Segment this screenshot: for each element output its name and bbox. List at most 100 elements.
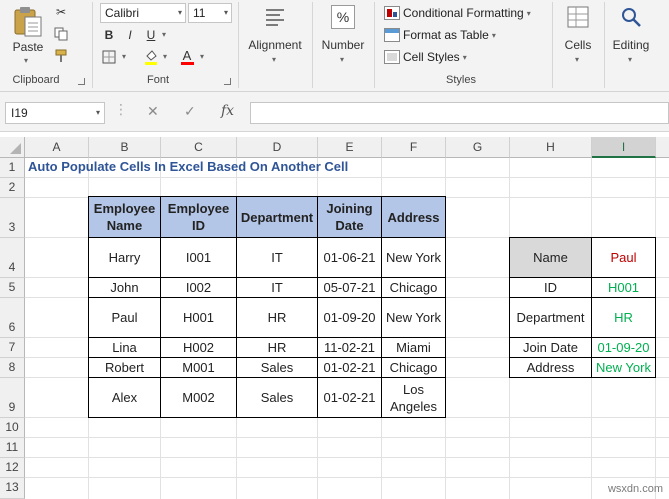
table-cell[interactable]: Sales (236, 377, 318, 418)
chevron-down-icon[interactable]: ▾ (163, 52, 167, 61)
table-cell[interactable]: John (88, 277, 161, 298)
insert-function-button[interactable]: fx (221, 103, 234, 119)
name-box[interactable]: I19 ▾ (5, 102, 105, 124)
paste-button[interactable]: Paste ▾ (8, 4, 48, 65)
column-header-d[interactable]: D (237, 137, 318, 158)
table-cell[interactable]: 05-07-21 (317, 277, 382, 298)
table-cell[interactable]: Chicago (381, 357, 446, 378)
table-cell[interactable]: 11-02-21 (317, 337, 382, 358)
cancel-icon[interactable]: ✕ (147, 103, 159, 120)
column-header-a[interactable]: A (25, 137, 89, 158)
table-cell[interactable]: I001 (160, 237, 237, 278)
font-size-select[interactable]: 11 ▾ (188, 3, 232, 23)
lookup-label-id[interactable]: ID (509, 277, 592, 298)
row-header-6[interactable]: 6 (0, 298, 25, 338)
enter-icon[interactable]: ✓ (184, 103, 196, 120)
row-header-9[interactable]: 9 (0, 378, 25, 418)
table-cell[interactable]: Chicago (381, 277, 446, 298)
table-header-joining-date[interactable]: Joining Date (317, 196, 382, 238)
chevron-down-icon[interactable]: ▾ (162, 30, 166, 39)
row-header-3[interactable]: 3 (0, 198, 25, 238)
table-header-address[interactable]: Address (381, 196, 446, 238)
table-cell[interactable]: New York (381, 297, 446, 338)
row-header-13[interactable]: 13 (0, 478, 25, 499)
column-header-b[interactable]: B (89, 137, 161, 158)
cell-styles-button[interactable]: Cell Styles ▾ (384, 48, 467, 66)
lookup-input-name[interactable]: Paul (591, 237, 656, 278)
lookup-label-department[interactable]: Department (509, 297, 592, 338)
table-header-department[interactable]: Department (236, 196, 318, 238)
table-cell[interactable]: HR (236, 337, 318, 358)
column-header-g[interactable]: G (446, 137, 510, 158)
more-options-icon[interactable]: ⋮ (114, 101, 128, 118)
table-cell[interactable]: I002 (160, 277, 237, 298)
table-cell[interactable]: IT (236, 277, 318, 298)
select-all-corner[interactable] (0, 137, 25, 158)
font-name-select[interactable]: Calibri ▾ (100, 3, 186, 23)
row-header-12[interactable]: 12 (0, 458, 25, 478)
row-header-10[interactable]: 10 (0, 418, 25, 438)
row-header-7[interactable]: 7 (0, 338, 25, 358)
fill-color-button[interactable] (142, 48, 160, 66)
spreadsheet-grid[interactable]: A B C D E F G H I 1 2 3 4 5 6 7 8 9 10 1… (0, 132, 669, 499)
borders-button[interactable] (100, 48, 118, 66)
italic-button[interactable]: I (121, 26, 139, 44)
lookup-label-join-date[interactable]: Join Date (509, 337, 592, 358)
font-color-button[interactable]: A (178, 48, 196, 66)
lookup-result-address[interactable]: New York (591, 357, 656, 378)
table-cell[interactable]: 01-02-21 (317, 357, 382, 378)
row-header-11[interactable]: 11 (0, 438, 25, 458)
column-header-e[interactable]: E (318, 137, 382, 158)
clipboard-dialog-launcher-icon[interactable] (78, 78, 85, 85)
row-header-2[interactable]: 2 (0, 178, 25, 198)
copy-button[interactable] (52, 25, 70, 43)
column-header-f[interactable]: F (382, 137, 446, 158)
lookup-result-join-date[interactable]: 01-09-20 (591, 337, 656, 358)
table-cell[interactable]: H002 (160, 337, 237, 358)
table-cell[interactable]: 01-09-20 (317, 297, 382, 338)
table-cell[interactable]: H001 (160, 297, 237, 338)
table-cell[interactable]: Robert (88, 357, 161, 378)
table-cell[interactable]: 01-02-21 (317, 377, 382, 418)
number-button[interactable]: % Number ▾ (318, 3, 368, 69)
format-as-table-button[interactable]: Format as Table ▾ (384, 26, 496, 44)
table-cell[interactable]: Harry (88, 237, 161, 278)
cells-button[interactable]: Cells ▾ (558, 3, 598, 69)
table-cell[interactable]: Lina (88, 337, 161, 358)
sheet-title[interactable]: Auto Populate Cells In Excel Based On An… (28, 159, 348, 174)
table-cell[interactable]: Paul (88, 297, 161, 338)
table-header-employee-name[interactable]: Employee Name (88, 196, 161, 238)
table-cell[interactable]: Miami (381, 337, 446, 358)
table-cell[interactable]: 01-06-21 (317, 237, 382, 278)
table-cell[interactable]: M001 (160, 357, 237, 378)
lookup-result-id[interactable]: H001 (591, 277, 656, 298)
lookup-label-address[interactable]: Address (509, 357, 592, 378)
chevron-down-icon[interactable]: ▾ (122, 52, 126, 61)
table-cell[interactable]: M002 (160, 377, 237, 418)
row-header-5[interactable]: 5 (0, 278, 25, 298)
conditional-formatting-button[interactable]: Conditional Formatting ▾ (384, 4, 531, 22)
lookup-label-name[interactable]: Name (509, 237, 592, 278)
table-cell[interactable]: HR (236, 297, 318, 338)
column-header-i[interactable]: I (592, 137, 656, 158)
font-dialog-launcher-icon[interactable] (224, 78, 231, 85)
table-cell[interactable]: Los Angeles (381, 377, 446, 418)
table-cell[interactable]: New York (381, 237, 446, 278)
bold-button[interactable]: B (100, 26, 118, 44)
table-header-employee-id[interactable]: Employee ID (160, 196, 237, 238)
alignment-button[interactable]: Alignment ▾ (244, 3, 306, 69)
chevron-down-icon[interactable]: ▾ (200, 52, 204, 61)
formula-input[interactable] (250, 102, 669, 124)
row-header-4[interactable]: 4 (0, 238, 25, 278)
format-painter-button[interactable] (52, 47, 70, 65)
lookup-result-department[interactable]: HR (591, 297, 656, 338)
editing-button[interactable]: Editing ▾ (608, 3, 654, 69)
row-header-8[interactable]: 8 (0, 358, 25, 378)
table-cell[interactable]: Alex (88, 377, 161, 418)
column-header-h[interactable]: H (510, 137, 592, 158)
table-cell[interactable]: IT (236, 237, 318, 278)
column-header-c[interactable]: C (161, 137, 237, 158)
cut-button[interactable]: ✂ (52, 3, 70, 21)
underline-button[interactable]: U (142, 26, 160, 44)
row-header-1[interactable]: 1 (0, 158, 25, 178)
